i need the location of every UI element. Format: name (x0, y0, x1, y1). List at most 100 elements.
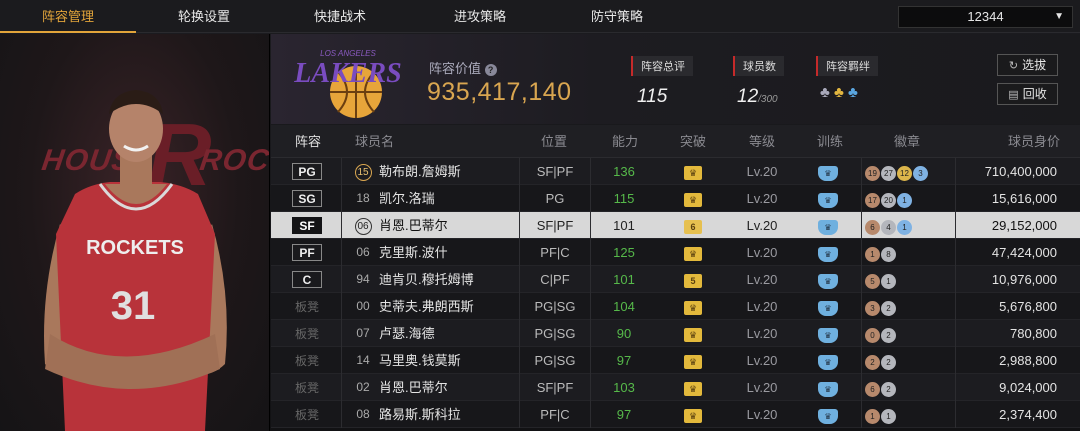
tab-defense[interactable]: 防守策略 (549, 0, 685, 33)
training-cell[interactable]: ♛ (798, 212, 858, 239)
badges-cell[interactable]: 11 (861, 401, 957, 428)
slot-bench: 板凳 (294, 381, 319, 395)
training-cell[interactable]: ♛ (798, 293, 858, 320)
training-cell[interactable]: ♛ (798, 266, 858, 293)
lineup-select[interactable]: 12344 ▼ (898, 6, 1073, 28)
training-cell[interactable]: ♛ (798, 239, 858, 266)
player-ability: 103 (613, 380, 635, 395)
slot-cell: 板凳 (284, 293, 330, 320)
table-row[interactable]: SG 18 凯尔.洛瑞 PG 115 ♛ Lv.20 ♛ 17 20 1 15,61… (271, 185, 1080, 212)
player-ability: 97 (616, 407, 632, 422)
table-row[interactable]: 板凳 08 路易斯.斯科拉 PF|C 97 ♛ Lv.20 ♛ 11 2,374… (271, 401, 1080, 428)
tab-lineup[interactable]: 阵容管理 (0, 0, 136, 33)
player-position: PG|SG (534, 299, 576, 314)
col-training[interactable]: 训练 (817, 125, 843, 158)
player-position: SF|PF (536, 164, 574, 179)
table-row[interactable]: 板凳 02 肖恩.巴蒂尔 SF|PF 103 ♛ Lv.20 ♛ 62 9,02… (271, 374, 1080, 401)
player-position: SF|PF (536, 380, 574, 395)
tab-quick-tactics[interactable]: 快捷战术 (272, 0, 408, 33)
breakthrough-cell[interactable]: ♛ (660, 158, 726, 185)
breakthrough-cell[interactable]: ♛ (660, 347, 726, 374)
table-row[interactable]: C 94 迪肯贝.穆托姆博 C|PF 101 5 Lv.20 ♛ 51 10,9… (271, 266, 1080, 293)
bond-icons[interactable]: ♣ ♣ ♣ (820, 84, 878, 101)
refresh-icon: ↻ (1008, 60, 1019, 72)
slot-cell: SG (284, 185, 330, 212)
badges-cell[interactable]: 19 27 12 3 (861, 158, 957, 185)
logo-text: LAKERS (293, 58, 401, 89)
badges-cell[interactable]: 02 (861, 320, 957, 347)
col-position[interactable]: 位置 (541, 125, 567, 158)
slot-bench: 板凳 (294, 327, 319, 341)
breakthrough-cell[interactable]: ♛ (660, 293, 726, 320)
col-price[interactable]: 球员身价 (1008, 125, 1060, 158)
training-cell[interactable]: ♛ (798, 185, 858, 212)
jersey-number: 18 (356, 191, 370, 205)
player-ability: 125 (613, 245, 635, 260)
slot-bench: 板凳 (294, 408, 319, 422)
breakthrough-cell[interactable]: ♛ (660, 374, 726, 401)
recycle-button[interactable]: ▤ 回收 (997, 83, 1058, 105)
tab-rotation[interactable]: 轮换设置 (136, 0, 272, 33)
badges-cell[interactable]: 62 (861, 374, 957, 401)
number-cell: 02 (351, 374, 375, 401)
table-row[interactable]: PG 15 勒布朗.詹姆斯 SF|PF 136 ♛ Lv.20 ♛ 19 27 12… (271, 158, 1080, 185)
slot-cell: 板凳 (284, 401, 330, 428)
select-button[interactable]: ↻ 选拔 (997, 54, 1058, 76)
player-position: PG|SG (534, 326, 576, 341)
badges-cell[interactable]: 51 (861, 266, 957, 293)
help-icon[interactable]: ? (484, 64, 497, 76)
badge-count: 2 (881, 328, 896, 343)
badges-cell[interactable]: 17 20 1 (861, 185, 957, 212)
breakthrough-cell[interactable]: 6 (660, 212, 726, 239)
training-cell[interactable]: ♛ (798, 374, 858, 401)
training-cell[interactable]: ♛ (798, 320, 858, 347)
rating-value: 115 (637, 86, 668, 107)
badge-count: 1 (881, 274, 896, 289)
table-row[interactable]: SF 06 肖恩.巴蒂尔 SF|PF 101 6 Lv.20 ♛ 641 29,… (271, 212, 1080, 239)
player-price: 2,374,400 (999, 407, 1057, 422)
player-ability: 104 (613, 299, 635, 314)
training-shield-icon: ♛ (818, 220, 838, 235)
player-price: 29,152,000 (991, 218, 1057, 233)
player-price: 9,024,000 (999, 380, 1057, 395)
table-row[interactable]: PF 06 克里斯.波什 PF|C 125 ♛ Lv.20 ♛ 18 47,42… (271, 239, 1080, 266)
training-cell[interactable]: ♛ (798, 347, 858, 374)
col-badges[interactable]: 徽章 (894, 125, 920, 158)
breakthrough-cell[interactable]: ♛ (660, 185, 726, 212)
training-cell[interactable]: ♛ (798, 158, 858, 185)
col-level[interactable]: 等级 (749, 125, 775, 158)
breakthrough-cell[interactable]: ♛ (660, 320, 726, 347)
crown-icon: ♛ (684, 301, 702, 315)
player-name: 凯尔.洛瑞 (379, 191, 435, 206)
col-ability[interactable]: 能力 (612, 125, 638, 158)
breakthrough-cell[interactable]: ♛ (660, 401, 726, 428)
breakthrough-cell[interactable]: 5 (660, 266, 726, 293)
badge-count: 17 (865, 193, 880, 208)
col-breakthrough[interactable]: 突破 (680, 125, 706, 158)
badge-count: 8 (881, 247, 896, 262)
badges-cell[interactable]: 641 (861, 212, 957, 239)
slot-cell: 板凳 (284, 374, 330, 401)
tab-bar: 阵容管理 轮换设置 快捷战术 进攻策略 防守策略 12344 ▼ (0, 0, 1080, 33)
table-row[interactable]: 板凳 07 卢瑟.海德 PG|SG 90 ♛ Lv.20 ♛ 02 780,80… (271, 320, 1080, 347)
badges-cell[interactable]: 18 (861, 239, 957, 266)
breakthrough-cell[interactable]: ♛ (660, 239, 726, 266)
badges-cell[interactable]: 22 (861, 347, 957, 374)
training-shield-icon: ♛ (818, 382, 838, 397)
player-position: PG|SG (534, 353, 576, 368)
jersey-number: 02 (356, 380, 370, 394)
player-portrait-panel: R HOUST ROCK ROCKETS 31 (0, 34, 270, 431)
col-name[interactable]: 球员名 (355, 125, 394, 158)
jersey-number: 14 (356, 353, 370, 367)
training-cell[interactable]: ♛ (798, 401, 858, 428)
tab-offense[interactable]: 进攻策略 (412, 0, 548, 33)
player-price: 10,976,000 (991, 272, 1057, 287)
table-row[interactable]: 板凳 14 马里奥.钱莫斯 PG|SG 97 ♛ Lv.20 ♛ 22 2,98… (271, 347, 1080, 374)
player-level: Lv.20 (746, 380, 778, 395)
player-name: 卢瑟.海德 (379, 326, 435, 341)
jersey-number: 06 (356, 245, 370, 259)
table-row[interactable]: 板凳 00 史蒂夫.弗朗西斯 PG|SG 104 ♛ Lv.20 ♛ 32 5,… (271, 293, 1080, 320)
badges-cell[interactable]: 32 (861, 293, 957, 320)
player-level: Lv.20 (746, 245, 778, 260)
training-shield-icon: ♛ (818, 247, 838, 262)
